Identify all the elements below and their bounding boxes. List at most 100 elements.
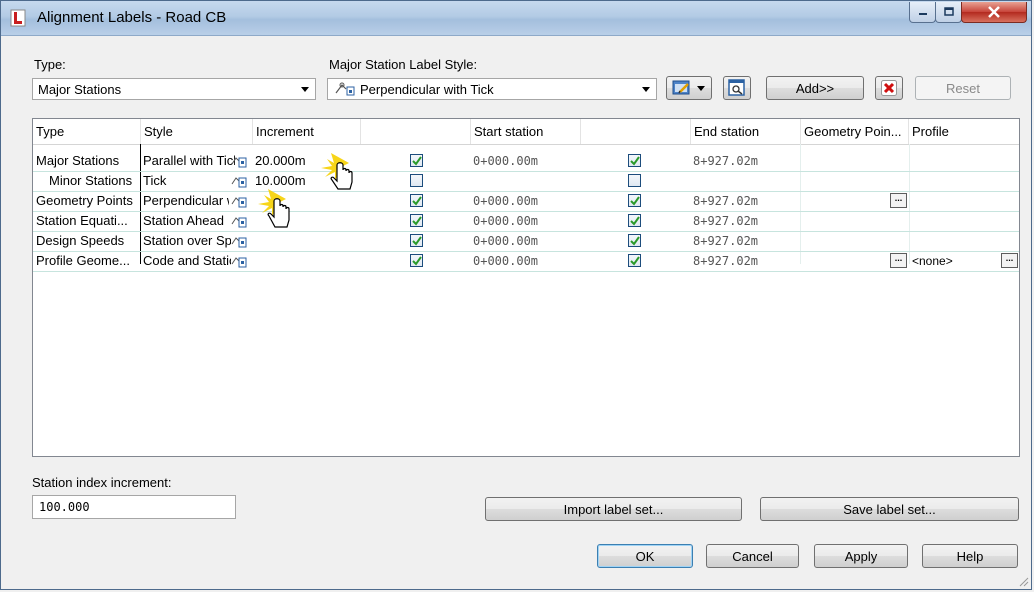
end-checkbox[interactable] bbox=[628, 234, 641, 247]
row-style[interactable]: Code and Station bbox=[141, 251, 231, 271]
checkbox-icon bbox=[630, 196, 640, 206]
browse-style-button[interactable] bbox=[723, 76, 751, 100]
label-style-icon[interactable] bbox=[231, 173, 247, 189]
column-header-profile[interactable]: Profile bbox=[909, 119, 1019, 144]
close-button[interactable] bbox=[961, 2, 1027, 23]
label-style-icon[interactable] bbox=[231, 253, 247, 269]
end-checkbox[interactable] bbox=[628, 194, 641, 207]
station-index-input[interactable]: 100.000 bbox=[32, 495, 236, 519]
column-header-style[interactable]: Style bbox=[141, 119, 253, 144]
row-profile[interactable]: <none> bbox=[910, 251, 990, 271]
reset-button[interactable]: Reset bbox=[915, 76, 1011, 100]
delete-icon bbox=[881, 80, 897, 96]
label-style-icon[interactable] bbox=[231, 153, 247, 169]
column-header-start-check[interactable] bbox=[361, 119, 471, 144]
column-header-end-check[interactable] bbox=[581, 119, 691, 144]
label-style-icon[interactable] bbox=[231, 233, 247, 249]
reset-button-label: Reset bbox=[946, 80, 980, 96]
label-style-select[interactable]: Perpendicular with Tick bbox=[327, 78, 657, 100]
label-style-icon[interactable] bbox=[231, 193, 247, 209]
column-header-end-station[interactable]: End station bbox=[691, 119, 801, 144]
row-type: Design Speeds bbox=[36, 233, 125, 248]
label-style-icon bbox=[335, 82, 355, 96]
row-type: Profile Geome... bbox=[36, 253, 130, 268]
table-row[interactable]: Profile Geome... Code and Station 0+000.… bbox=[33, 251, 1019, 272]
close-icon bbox=[988, 6, 1000, 18]
checkbox-icon bbox=[630, 236, 640, 246]
help-button[interactable]: Help bbox=[922, 544, 1018, 568]
column-header-geometry-points[interactable]: Geometry Poin... bbox=[801, 119, 909, 144]
station-index-label: Station index increment: bbox=[32, 475, 172, 490]
start-checkbox[interactable] bbox=[410, 254, 423, 267]
end-checkbox[interactable] bbox=[628, 214, 641, 227]
title-bar[interactable]: Alignment Labels - Road CB bbox=[1, 1, 1031, 36]
hand-cursor-icon bbox=[321, 153, 353, 190]
browse-style-icon bbox=[728, 79, 745, 96]
type-select-value: Major Stations bbox=[38, 81, 122, 97]
end-checkbox[interactable] bbox=[628, 254, 641, 267]
row-type: Geometry Points bbox=[36, 193, 133, 208]
ok-button-label: OK bbox=[635, 548, 655, 564]
table-row[interactable]: Geometry Points Perpendicular with Tick … bbox=[33, 191, 1019, 212]
row-style[interactable]: Station over Speed bbox=[141, 231, 231, 251]
profile-button[interactable]: ... bbox=[1001, 253, 1018, 268]
table-row[interactable]: Major Stations Parallel with Tick 20.000… bbox=[33, 151, 1019, 172]
checkbox-icon bbox=[412, 236, 422, 246]
column-header-increment[interactable]: Increment bbox=[253, 119, 361, 144]
apply-button-label: Apply bbox=[844, 548, 878, 564]
delete-button[interactable] bbox=[875, 76, 903, 100]
column-header-start-station[interactable]: Start station bbox=[471, 119, 581, 144]
minimize-button[interactable] bbox=[909, 2, 936, 23]
start-checkbox[interactable] bbox=[410, 214, 423, 227]
start-checkbox[interactable] bbox=[410, 174, 423, 187]
save-label-set-button[interactable]: Save label set... bbox=[760, 497, 1019, 521]
row-style[interactable]: Tick bbox=[141, 171, 231, 191]
column-header-type[interactable]: Type bbox=[33, 119, 141, 144]
edit-style-button[interactable] bbox=[666, 76, 712, 100]
row-end-station[interactable]: 8+927.02m bbox=[691, 251, 801, 271]
import-label-set-label: Import label set... bbox=[563, 501, 664, 517]
geometry-points-button[interactable]: ... bbox=[890, 253, 907, 268]
label-style-label: Major Station Label Style: bbox=[329, 57, 478, 72]
import-label-set-button[interactable]: Import label set... bbox=[485, 497, 742, 521]
resize-grip-icon[interactable] bbox=[1017, 575, 1029, 587]
row-end-station[interactable]: 8+927.02m bbox=[691, 211, 801, 231]
end-checkbox[interactable] bbox=[628, 154, 641, 167]
add-button[interactable]: Add>> bbox=[766, 76, 864, 100]
start-checkbox[interactable] bbox=[410, 234, 423, 247]
type-select[interactable]: Major Stations bbox=[32, 78, 316, 100]
apply-button[interactable]: Apply bbox=[814, 544, 908, 568]
table-row[interactable]: Design Speeds Station over Speed 0+000.0… bbox=[33, 231, 1019, 252]
row-end-station[interactable]: 8+927.02m bbox=[691, 151, 801, 171]
row-start-station[interactable]: 0+000.00m bbox=[471, 211, 581, 231]
end-checkbox[interactable] bbox=[628, 174, 641, 187]
row-start-station[interactable]: 0+000.00m bbox=[471, 151, 581, 171]
checkbox-icon bbox=[630, 216, 640, 226]
minimize-icon bbox=[918, 13, 927, 15]
row-style[interactable]: Station Ahead bbox=[141, 211, 231, 231]
labels-grid[interactable]: Type Style Increment Start station End s… bbox=[32, 118, 1020, 457]
row-style[interactable]: Perpendicular with Tick bbox=[141, 191, 229, 211]
ok-button[interactable]: OK bbox=[597, 544, 693, 568]
checkbox-icon bbox=[412, 196, 422, 206]
start-checkbox[interactable] bbox=[410, 194, 423, 207]
row-start-station[interactable]: 0+000.00m bbox=[471, 251, 581, 271]
table-row[interactable]: Station Equati... Station Ahead 0+000.00… bbox=[33, 211, 1019, 232]
label-style-icon[interactable] bbox=[231, 213, 247, 229]
row-start-station[interactable]: 0+000.00m bbox=[471, 231, 581, 251]
geometry-points-button[interactable]: ... bbox=[890, 193, 907, 208]
row-style[interactable]: Parallel with Tick bbox=[141, 151, 235, 171]
hand-cursor-icon bbox=[258, 189, 290, 228]
cancel-button[interactable]: Cancel bbox=[706, 544, 799, 568]
grid-header: Type Style Increment Start station End s… bbox=[33, 119, 1019, 145]
checkbox-icon bbox=[412, 156, 422, 166]
row-type: Minor Stations bbox=[49, 173, 133, 188]
row-end-station[interactable]: 8+927.02m bbox=[691, 231, 801, 251]
row-end-station[interactable]: 8+927.02m bbox=[691, 191, 801, 211]
cancel-button-label: Cancel bbox=[732, 548, 773, 564]
edit-style-icon bbox=[672, 80, 690, 95]
row-start-station[interactable]: 0+000.00m bbox=[471, 191, 581, 211]
start-checkbox[interactable] bbox=[410, 154, 423, 167]
table-row[interactable]: Minor Stations Tick 10.000m bbox=[33, 171, 1019, 192]
maximize-button[interactable] bbox=[935, 2, 962, 23]
